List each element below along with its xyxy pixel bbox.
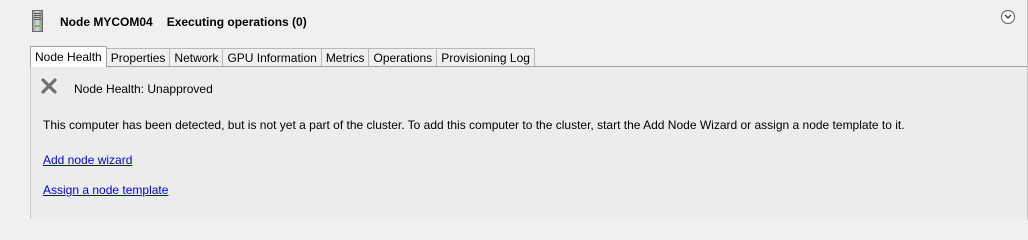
node-health-panel: Node Health: Unapproved This computer ha… <box>30 66 1028 219</box>
tab-provisioning-log[interactable]: Provisioning Log <box>436 48 535 67</box>
add-node-wizard-link[interactable]: Add node wizard <box>43 153 132 167</box>
tab-metrics[interactable]: Metrics <box>320 48 370 67</box>
tab-operations[interactable]: Operations <box>368 48 438 67</box>
node-header: Node MYCOM04 Executing operations (0) <box>0 0 1028 44</box>
server-icon <box>32 10 43 32</box>
tab-gpu-information[interactable]: GPU Information <box>222 48 322 67</box>
tab-properties[interactable]: Properties <box>105 48 171 67</box>
tab-bar: Node Health Properties Network GPU Infor… <box>30 46 535 67</box>
collapse-button[interactable] <box>1001 10 1015 24</box>
node-title-bar: Node MYCOM04 Executing operations (0) <box>60 15 307 29</box>
chevron-down-icon <box>1004 14 1012 19</box>
node-title: Node MYCOM04 <box>60 15 153 29</box>
operations-status: Executing operations (0) <box>166 15 307 29</box>
close-icon <box>41 78 57 97</box>
tab-network[interactable]: Network <box>169 48 224 67</box>
tab-node-health[interactable]: Node Health <box>30 46 107 67</box>
node-health-status: Node Health: Unapproved <box>74 82 213 96</box>
health-description: This computer has been detected, but is … <box>43 118 905 132</box>
assign-node-template-link[interactable]: Assign a node template <box>43 183 168 197</box>
